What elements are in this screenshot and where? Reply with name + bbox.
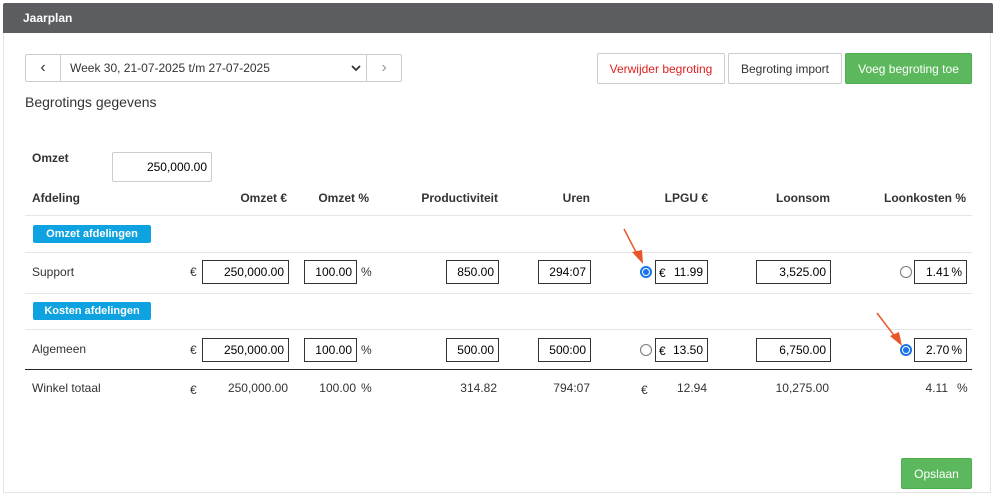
pct-symbol: % xyxy=(361,265,372,279)
support-lpgu-input[interactable]: € 11.99 xyxy=(655,260,708,284)
algemeen-lpgu-value: 13.50 xyxy=(672,343,703,357)
section-title: Begrotings gegevens xyxy=(25,94,157,110)
annotation-arrow-icon xyxy=(623,228,643,264)
col-lpgu: LPGU € xyxy=(664,191,708,205)
total-loonsom: 10,275.00 xyxy=(775,381,829,395)
algemeen-lpgu-input[interactable]: € 13.50 xyxy=(655,338,708,362)
support-uren-input[interactable]: 294:07 xyxy=(538,260,591,284)
save-button[interactable]: Opslaan xyxy=(901,458,972,489)
support-lpgu-radio[interactable] xyxy=(640,266,652,278)
divider xyxy=(25,215,972,216)
import-budget-button[interactable]: Begroting import xyxy=(728,53,842,84)
group-tag-revenue: Omzet afdelingen xyxy=(33,225,151,243)
next-week-button[interactable]: › xyxy=(366,54,402,82)
add-budget-button[interactable]: Voeg begroting toe xyxy=(845,53,972,84)
pct-symbol: % xyxy=(951,265,962,279)
divider xyxy=(25,293,972,294)
total-lpgu: 12.94 xyxy=(676,381,707,395)
support-omzet-input[interactable]: 250,000.00 xyxy=(202,260,289,284)
col-loonsom: Loonsom xyxy=(776,191,830,205)
algemeen-lpgu-radio[interactable] xyxy=(640,344,652,356)
pct-symbol: % xyxy=(957,381,968,395)
chevron-down-icon xyxy=(351,65,361,72)
annotation-arrow-icon xyxy=(876,312,902,346)
row-name-algemeen: Algemeen xyxy=(32,342,87,356)
divider xyxy=(25,329,972,330)
group-tag-cost: Kosten afdelingen xyxy=(33,302,151,320)
pct-symbol: % xyxy=(951,343,962,357)
currency-symbol: € xyxy=(190,383,197,397)
total-loonkosten: 4.11 xyxy=(925,381,948,395)
support-productiviteit-input[interactable]: 850.00 xyxy=(446,260,499,284)
week-select-value: Week 30, 21-07-2025 t/m 27-07-2025 xyxy=(70,61,270,75)
currency-symbol: € xyxy=(190,343,197,357)
col-omzet-pct: Omzet % xyxy=(318,191,369,205)
algemeen-omzet-input[interactable]: 250,000.00 xyxy=(202,338,289,362)
total-name: Winkel totaal xyxy=(32,381,101,395)
pct-symbol: % xyxy=(361,343,372,357)
delete-budget-button[interactable]: Verwijder begroting xyxy=(597,53,725,84)
pct-symbol: % xyxy=(361,381,372,395)
panel-title: Jaarplan xyxy=(23,11,73,25)
algemeen-uren-input[interactable]: 500:00 xyxy=(538,338,591,362)
col-loonkosten: Loonkosten % xyxy=(883,191,966,205)
total-uren: 794:07 xyxy=(553,381,590,395)
chevron-right-icon: › xyxy=(381,59,387,76)
currency-symbol: € xyxy=(659,266,666,280)
support-loonkosten-input[interactable]: 1.41% xyxy=(914,260,967,284)
total-productiviteit: 314.82 xyxy=(460,381,497,395)
algemeen-omzet-pct-input[interactable]: 100.00 xyxy=(304,338,357,362)
omzet-label: Omzet xyxy=(32,151,69,165)
total-omzet-pct: 100.00 xyxy=(319,381,356,395)
total-omzet: 250,000.00 xyxy=(227,381,288,395)
col-uren: Uren xyxy=(562,191,590,205)
algemeen-loonsom-input[interactable]: 6,750.00 xyxy=(756,338,831,362)
algemeen-loonkosten-value: 2.70 xyxy=(925,343,950,357)
col-omzet: Omzet € xyxy=(240,191,287,205)
col-afdeling: Afdeling xyxy=(32,191,80,205)
support-omzet-pct-input[interactable]: 100.00 xyxy=(304,260,357,284)
currency-symbol: € xyxy=(641,383,648,397)
row-name-support: Support xyxy=(32,265,75,279)
support-loonsom-input[interactable]: 3,525.00 xyxy=(756,260,831,284)
algemeen-loonkosten-input[interactable]: 2.70% xyxy=(914,338,967,362)
omzet-input[interactable]: 250,000.00 xyxy=(112,152,212,182)
chevron-left-icon: ‹ xyxy=(40,59,46,76)
support-loonkosten-radio[interactable] xyxy=(900,266,912,278)
support-lpgu-value: 11.99 xyxy=(673,265,703,279)
col-productiviteit: Productiviteit xyxy=(421,191,498,205)
divider xyxy=(25,252,972,253)
week-select[interactable]: Week 30, 21-07-2025 t/m 27-07-2025 xyxy=(60,54,366,82)
currency-symbol: € xyxy=(659,344,666,358)
support-loonkosten-value: 1.41 xyxy=(925,265,950,279)
panel-header: Jaarplan xyxy=(3,3,993,33)
currency-symbol: € xyxy=(190,265,197,279)
prev-week-button[interactable]: ‹ xyxy=(25,54,61,82)
algemeen-productiviteit-input[interactable]: 500.00 xyxy=(446,338,499,362)
total-divider xyxy=(25,369,972,370)
